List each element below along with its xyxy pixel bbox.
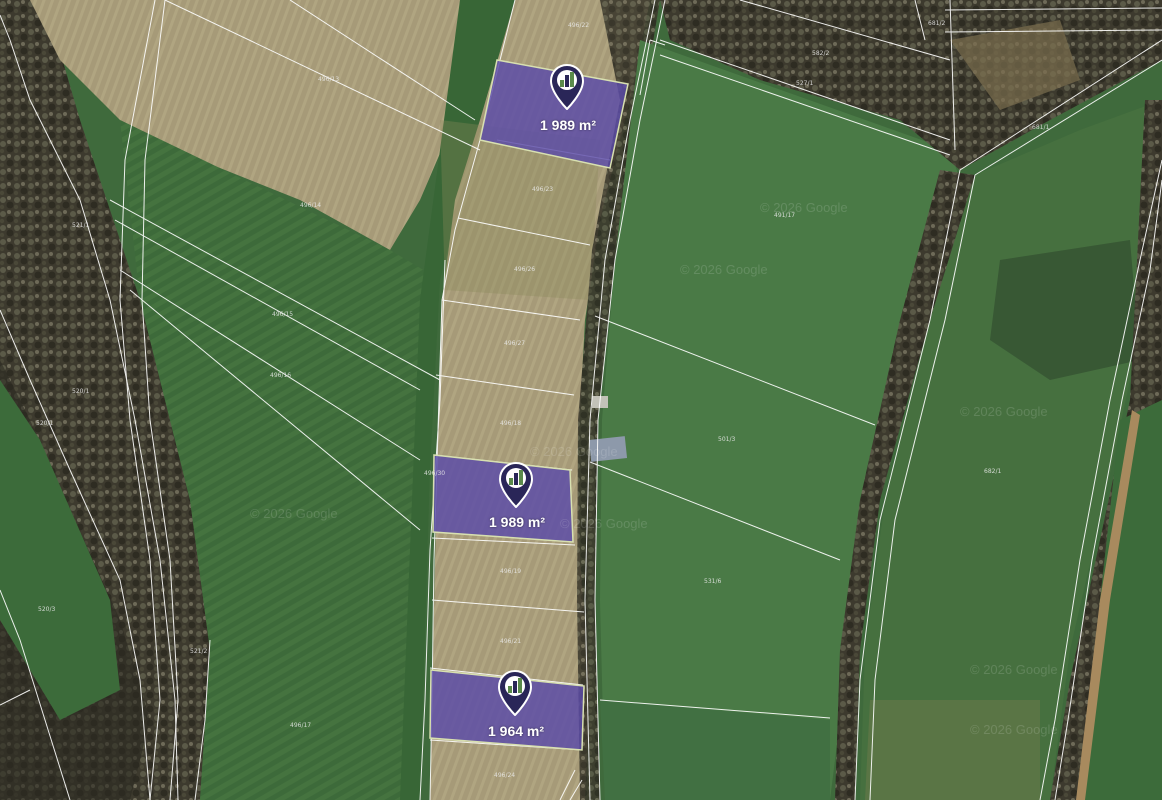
google-watermark: © 2026 Google <box>560 516 648 531</box>
google-watermark: © 2026 Google <box>250 506 338 521</box>
parcel-number: 681/1 <box>1032 124 1050 131</box>
parcel-number: 520/1 <box>72 388 90 395</box>
parcel-number: 501/3 <box>718 436 736 443</box>
parcel-number: 496/18 <box>500 420 522 427</box>
parcel-number: 582/2 <box>812 50 830 57</box>
parcel-number: 496/26 <box>514 266 536 273</box>
parcel-number: 496/24 <box>494 772 516 779</box>
parcel-number: 496/27 <box>504 340 526 347</box>
parcel-number: 521/2 <box>190 648 208 655</box>
parcel-number: 527/1 <box>796 80 814 87</box>
parcel-number: 496/30 <box>424 470 446 477</box>
parcel-number: 681/2 <box>928 20 946 27</box>
parcel-number: 496/19 <box>500 568 522 575</box>
parcel-number: 531/6 <box>704 578 722 585</box>
map-canvas[interactable]: © 2026 Google © 2026 Google © 2026 Googl… <box>0 0 1162 800</box>
parcel-number: 521/1 <box>72 222 90 229</box>
parcel-number: 520/3 <box>38 606 56 613</box>
google-watermark: © 2026 Google <box>960 404 1048 419</box>
parcel-number: 496/21 <box>500 638 522 645</box>
google-watermark: © 2026 Google <box>680 262 768 277</box>
map-pin-buildings-icon[interactable] <box>497 669 533 717</box>
parcel-number: 496/15 <box>272 311 294 318</box>
map-pin-buildings-icon[interactable] <box>549 63 585 111</box>
parcel-area-label: 1 989 m² <box>540 117 597 133</box>
parcel-number: 496/13 <box>318 76 340 83</box>
parcel-number: 496/22 <box>568 22 590 29</box>
parcel-number: 682/1 <box>984 468 1002 475</box>
parcel-number: 496/23 <box>532 186 554 193</box>
parcel-number: 496/17 <box>290 722 312 729</box>
google-watermark: © 2026 Google <box>970 662 1058 677</box>
google-watermark: © 2026 Google <box>970 722 1058 737</box>
google-watermark: © 2026 Google <box>530 444 618 459</box>
parcel-area-label: 1 964 m² <box>488 723 545 739</box>
parcel-number: 496/14 <box>300 202 322 209</box>
parcel-number: 491/17 <box>774 212 796 219</box>
map-pin-buildings-icon[interactable] <box>498 461 534 509</box>
parcel-number: 520/1 <box>36 420 54 427</box>
parcel-number: 496/16 <box>270 372 292 379</box>
parcel-area-label: 1 989 m² <box>489 514 546 530</box>
